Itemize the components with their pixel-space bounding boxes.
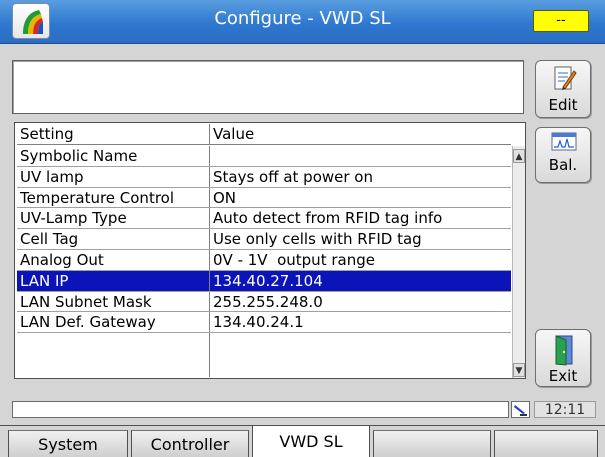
- exit-door-icon: [555, 335, 573, 366]
- setting-value-cell: Use only cells with RFID tag: [213, 230, 422, 249]
- title-bar: Configure - VWD SL --: [0, 0, 605, 44]
- setting-value-cell: Auto detect from RFID tag info: [213, 209, 443, 228]
- tab-bar: System Controller VWD SL: [0, 425, 605, 457]
- setting-name-cell: LAN Def. Gateway: [17, 312, 210, 333]
- table-row[interactable]: LAN Def. Gateway 134.40.24.1: [17, 312, 511, 334]
- setting-name-cell: Analog Out: [17, 249, 210, 270]
- setting-value-cell: [210, 146, 511, 166]
- setting-name-cell: LAN IP: [17, 270, 210, 291]
- info-text-box: [12, 60, 524, 114]
- clock: 12:11: [534, 401, 596, 418]
- table-row[interactable]: Temperature Control ON: [17, 187, 511, 209]
- column-header-value[interactable]: Value: [210, 124, 511, 144]
- chromatogram-icon: [551, 132, 577, 151]
- table-row[interactable]: LAN Subnet Mask 255.255.248.0: [17, 291, 511, 313]
- column-header-setting[interactable]: Setting: [17, 124, 210, 144]
- table-row[interactable]: LAN IP 134.40.27.104: [17, 270, 511, 292]
- tab-system[interactable]: System: [8, 430, 128, 457]
- settings-table: Setting Value Symbolic Name UV lamp Stays …: [14, 122, 526, 379]
- setting-name-cell: [17, 333, 210, 378]
- setting-value-cell: 0V - 1V output range: [213, 250, 375, 269]
- tab-empty-2[interactable]: [494, 430, 598, 457]
- setting-name-cell: LAN Subnet Mask: [17, 291, 210, 312]
- window-title: Configure - VWD SL: [214, 8, 391, 29]
- setting-value-cell: 134.40.27.104: [213, 271, 323, 290]
- edit-icon: [554, 66, 577, 90]
- balance-button[interactable]: Bal.: [535, 127, 591, 183]
- setting-value-cell: 255.255.248.0: [213, 292, 323, 311]
- setting-name-cell: Temperature Control: [17, 187, 210, 208]
- exit-button-label: Exit: [548, 367, 578, 385]
- balance-button-label: Bal.: [548, 156, 578, 174]
- table-row[interactable]: Symbolic Name: [17, 146, 511, 167]
- setting-name-cell: UV lamp: [17, 166, 210, 187]
- tab-empty-1[interactable]: [373, 430, 491, 457]
- setting-value-cell: 134.40.24.1: [213, 313, 304, 332]
- table-body: Symbolic Name UV lamp Stays off at power o…: [17, 146, 511, 378]
- edit-button[interactable]: Edit: [535, 60, 591, 118]
- tab-controller[interactable]: Controller: [131, 430, 249, 457]
- screen: Configure - VWD SL -- Edit Bal. Exit Set…: [0, 0, 605, 457]
- scroll-up-icon[interactable]: ▲: [513, 149, 525, 163]
- status-indicator: --: [533, 10, 589, 32]
- table-empty-area: [17, 333, 511, 378]
- table-header: Setting Value: [17, 124, 511, 145]
- edit-button-label: Edit: [548, 96, 578, 114]
- network-icon: [511, 401, 530, 418]
- table-row[interactable]: Analog Out 0V - 1V output range: [17, 249, 511, 271]
- table-row[interactable]: UV lamp Stays off at power on: [17, 166, 511, 188]
- vertical-scrollbar[interactable]: ▲ ▼: [512, 146, 525, 378]
- tab-vwd-sl[interactable]: VWD SL: [252, 426, 370, 457]
- setting-name-cell: UV-Lamp Type: [17, 208, 210, 229]
- status-message-bar: [12, 401, 509, 418]
- setting-name-cell: Symbolic Name: [17, 146, 210, 166]
- exit-button[interactable]: Exit: [535, 329, 591, 387]
- scroll-down-icon[interactable]: ▼: [513, 363, 525, 377]
- setting-value-cell: ON: [213, 188, 237, 207]
- table-row[interactable]: UV-Lamp Type Auto detect from RFID tag in…: [17, 208, 511, 230]
- setting-name-cell: Cell Tag: [17, 229, 210, 249]
- table-row[interactable]: Cell Tag Use only cells with RFID tag: [17, 229, 511, 250]
- setting-value-cell: Stays off at power on: [213, 167, 373, 186]
